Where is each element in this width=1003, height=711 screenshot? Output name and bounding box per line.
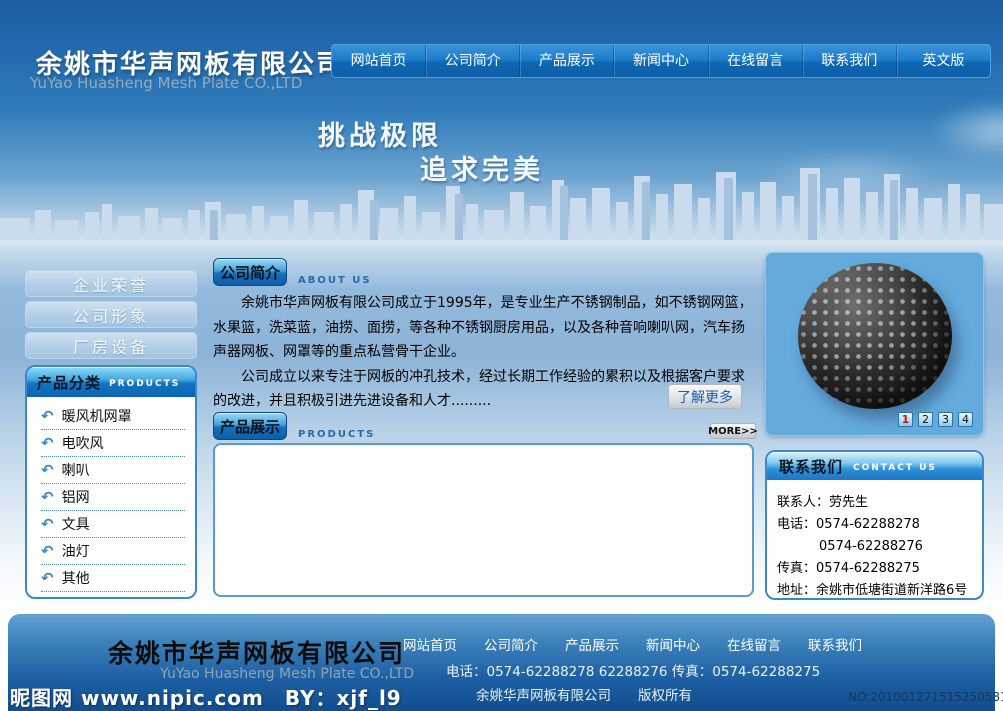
nav-item-guestbook[interactable]: 在线留言 [708, 45, 802, 77]
curved-arrow-icon: ↶ [41, 488, 54, 506]
gallery-page-1[interactable]: 1 [898, 412, 913, 427]
footer-company-name-en: YuYao Huasheng Mesh Plate CO.,LTD [160, 666, 414, 682]
city-skyline-illustration [0, 160, 1003, 245]
category-item-speaker[interactable]: ↶ 喇叭 [41, 457, 185, 484]
category-item-hairdryer[interactable]: ↶ 电吹风 [41, 430, 185, 457]
contact-title: 联系我们 [779, 456, 843, 477]
company-logo-subtitle: YuYao Huasheng Mesh Plate CO.,LTD [30, 74, 302, 92]
category-item-stationery[interactable]: ↶ 文具 [41, 511, 185, 538]
website-page: 余姚市华声网板有限公司 YuYao Huasheng Mesh Plate CO… [0, 0, 1003, 711]
sidebar-item-company-image[interactable]: 公司形象 [25, 301, 197, 328]
product-categories-subtitle: PRODUCTS [109, 379, 180, 389]
footer-nav-about[interactable]: 公司简介 [484, 634, 538, 654]
contact-panel: 联系我们 CONTACT US 联系人：劳先生 电话：0574-62288278… [765, 450, 984, 600]
footer-nav-products[interactable]: 产品展示 [565, 634, 619, 654]
product-categories-panel: 产品分类 PRODUCTS ↶ 暖风机网罩 ↶ 电吹风 ↶ 喇叭 ↶ [25, 365, 197, 599]
cloud-decoration [930, 100, 1003, 160]
footer-nav-guestbook[interactable]: 在线留言 [727, 634, 781, 654]
curved-arrow-icon: ↶ [41, 434, 54, 452]
intro-paragraph-1: 余姚市华声网板有限公司成立于1995年，是专业生产不锈钢制品，如不锈钢网篮，水果… [213, 291, 756, 365]
products-label: PRODUCTS [298, 429, 375, 440]
mesh-dome-product-image [798, 263, 952, 409]
footer-nav-home[interactable]: 网站首页 [403, 634, 457, 654]
content-area: 企业荣誉 公司形象 厂房设备 产品分类 PRODUCTS ↶ 暖风机网罩 ↶ 电… [0, 245, 1003, 614]
learn-more-button[interactable]: 了解更多 [668, 384, 742, 409]
footer-serial-number: NO:20100127151525058184 [848, 690, 1003, 704]
product-categories-title: 产品分类 [37, 372, 101, 393]
nipic-watermark: 昵图网 www.nipic.com BY：xjf_l9 [10, 682, 402, 711]
contact-phone-1: 电话：0574-62288278 [777, 514, 974, 536]
curved-arrow-icon: ↶ [41, 569, 54, 587]
gallery-pagination: 1 2 3 4 [898, 412, 973, 427]
gallery-page-4[interactable]: 4 [958, 412, 973, 427]
contact-address: 地址：余姚市低塘街道新洋路6号 [777, 580, 974, 600]
category-item-aluminum-mesh[interactable]: ↶ 铝网 [41, 484, 185, 511]
footer-nav-contact[interactable]: 联系我们 [808, 634, 862, 654]
category-item-oil-lamp[interactable]: ↶ 油灯 [41, 538, 185, 565]
hero-banner: 余姚市华声网板有限公司 YuYao Huasheng Mesh Plate CO… [0, 0, 1003, 245]
footer-company-name: 余姚市华声网板有限公司 [108, 634, 405, 670]
contact-title-en: CONTACT US [853, 463, 937, 473]
contact-info: 联系人：劳先生 电话：0574-62288278 0574-62288276 传… [767, 480, 982, 600]
gallery-page-3[interactable]: 3 [938, 412, 953, 427]
nav-item-english[interactable]: 英文版 [896, 45, 990, 77]
curved-arrow-icon: ↶ [41, 542, 54, 560]
footer-navigation: 网站首页 公司简介 产品展示 新闻中心 在线留言 联系我们 [403, 634, 862, 654]
nav-item-products[interactable]: 产品展示 [519, 45, 613, 77]
curved-arrow-icon: ↶ [41, 461, 54, 479]
product-display-box [213, 443, 754, 597]
tab-product-display[interactable]: 产品展示 [213, 412, 287, 440]
main-navigation: 网站首页 公司简介 产品展示 新闻中心 在线留言 联系我们 英文版 [331, 44, 991, 78]
contact-fax: 传真：0574-62288275 [777, 558, 974, 580]
curved-arrow-icon: ↶ [41, 515, 54, 533]
nav-item-news[interactable]: 新闻中心 [613, 45, 707, 77]
more-products-link[interactable]: MORE>> [710, 423, 756, 439]
product-gallery-panel: 1 2 3 4 [765, 252, 984, 436]
gallery-page-2[interactable]: 2 [918, 412, 933, 427]
nav-item-contact[interactable]: 联系我们 [802, 45, 896, 77]
nav-item-home[interactable]: 网站首页 [332, 45, 425, 77]
footer: 余姚市华声网板有限公司 YuYao Huasheng Mesh Plate CO… [8, 614, 995, 711]
contact-phone-2: 0574-62288276 [777, 536, 974, 558]
footer-nav-news[interactable]: 新闻中心 [646, 634, 700, 654]
category-item-heater-mesh[interactable]: ↶ 暖风机网罩 [41, 403, 185, 430]
footer-phone-line: 电话：0574-62288278 62288276 传真：0574-622882… [446, 660, 820, 680]
category-item-other[interactable]: ↶ 其他 [41, 565, 185, 592]
contact-panel-header: 联系我们 CONTACT US [767, 452, 982, 480]
sidebar-item-factory-equipment[interactable]: 厂房设备 [25, 332, 197, 359]
about-us-label: ABOUT US [298, 275, 372, 286]
product-categories-header: 产品分类 PRODUCTS [27, 367, 195, 397]
nav-item-about[interactable]: 公司简介 [425, 45, 519, 77]
tab-company-intro[interactable]: 公司简介 [213, 258, 287, 286]
sidebar-item-honors[interactable]: 企业荣誉 [25, 270, 197, 297]
footer-copyright: 余姚华声网板有限公司 版权所有 [476, 684, 692, 704]
category-list: ↶ 暖风机网罩 ↶ 电吹风 ↶ 喇叭 ↶ 铝网 ↶ 文具 [27, 397, 195, 592]
contact-person: 联系人：劳先生 [777, 492, 974, 514]
curved-arrow-icon: ↶ [41, 407, 54, 425]
